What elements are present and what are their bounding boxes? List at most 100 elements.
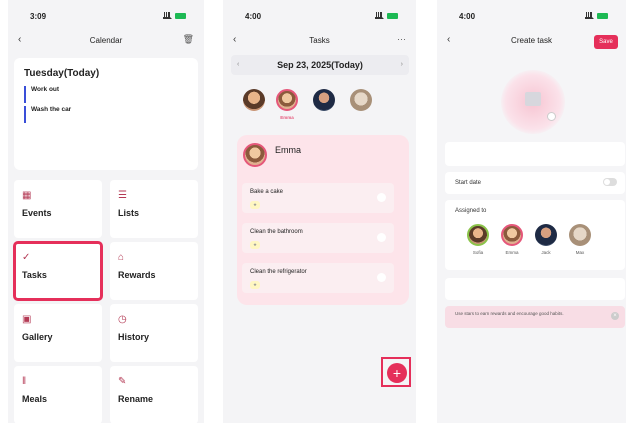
close-icon[interactable]: × — [611, 312, 619, 320]
member-avatar[interactable] — [350, 89, 372, 111]
nav-title: Create task — [511, 36, 552, 45]
event-title: Work out — [31, 86, 60, 93]
nav-title: Calendar — [89, 36, 123, 45]
member-label: Max — [575, 250, 585, 255]
utensils-icon: ǁ — [22, 376, 27, 387]
back-icon[interactable]: ‹ — [447, 34, 450, 45]
stars-input[interactable] — [445, 278, 625, 300]
today-card[interactable]: Tuesday(Today) Work out Wash the car — [14, 58, 198, 170]
avatar — [243, 143, 267, 167]
image-icon: ▣ — [22, 314, 32, 325]
hint-text: Use stars to earn rewards and encourage … — [455, 311, 564, 316]
assigned-to-label: Assigned to — [455, 208, 487, 214]
task-checkbox[interactable] — [377, 193, 386, 202]
task-checkbox[interactable] — [377, 273, 386, 282]
task-name-input[interactable] — [445, 142, 625, 166]
event-item[interactable]: Wash the car — [24, 106, 174, 123]
tile-label: History — [118, 332, 150, 342]
status-bar: 4:00 — [223, 12, 416, 24]
tile-rewards[interactable]: ⌂ Rewards — [110, 242, 198, 300]
task-item[interactable]: Clean the refrigerator ★ — [242, 263, 394, 293]
status-time: 4:00 — [459, 12, 476, 21]
tile-label: Events — [22, 208, 52, 218]
tile-label: Rewards — [118, 270, 156, 280]
tile-meals[interactable]: ǁ Meals — [14, 366, 102, 423]
more-icon[interactable]: ··· — [397, 34, 406, 44]
save-button[interactable]: Save — [594, 35, 618, 49]
tile-label: Meals — [22, 394, 48, 404]
tasks-screen: 4:00 ‹ Tasks ··· ‹ Sep 23, 2025(Today) ›… — [223, 0, 416, 423]
signal-icon — [375, 12, 384, 19]
member-avatar-selected[interactable] — [276, 89, 298, 111]
status-time: 4:00 — [245, 12, 262, 21]
member-avatar[interactable] — [467, 224, 489, 246]
tile-label: Gallery — [22, 332, 53, 342]
star-icon: ★ — [250, 201, 261, 209]
member-label: Emma — [505, 250, 519, 255]
tile-rename[interactable]: ✎ Rename — [110, 366, 198, 423]
create-task-screen: 4:00 ‹ Create task Save Start date Assig… — [437, 0, 626, 423]
tile-events[interactable]: ▦ Events — [14, 180, 102, 238]
member-task-card: Emma Bake a cake ★ Clean the bathroom ★ … — [237, 135, 409, 305]
member-selector: Emma — [223, 85, 416, 127]
back-icon[interactable]: ‹ — [233, 34, 236, 45]
gift-icon: ⌂ — [118, 252, 125, 263]
clock-icon: ◷ — [118, 314, 127, 325]
star-icon: ★ — [250, 241, 261, 249]
nav-title: Tasks — [309, 36, 330, 45]
start-date-label: Start date — [455, 180, 482, 186]
edit-photo-icon[interactable] — [547, 112, 556, 121]
status-icons — [585, 12, 608, 19]
status-bar: 4:00 — [437, 12, 626, 24]
signal-icon — [163, 12, 172, 19]
next-day-icon[interactable]: › — [401, 55, 403, 75]
edit-icon: ✎ — [118, 376, 127, 387]
start-date-row: Start date — [445, 172, 625, 194]
member-avatar[interactable] — [313, 89, 335, 111]
trash-icon[interactable]: 🗑 — [183, 34, 194, 45]
tile-history[interactable]: ◷ History — [110, 304, 198, 362]
member-label: Jack — [541, 250, 551, 255]
task-icon: ✓ — [22, 252, 31, 263]
start-date-toggle[interactable] — [603, 178, 617, 186]
signal-icon — [585, 12, 594, 19]
tile-gallery[interactable]: ▣ Gallery — [14, 304, 102, 362]
task-title: Clean the refrigerator — [250, 269, 307, 275]
calendar-icon: ▦ — [22, 190, 32, 201]
tile-tasks[interactable]: ✓ Tasks — [13, 241, 103, 301]
tile-lists[interactable]: ☰ Lists — [110, 180, 198, 238]
member-avatar[interactable] — [501, 224, 523, 246]
date-selector: ‹ Sep 23, 2025(Today) › — [231, 55, 409, 75]
status-icons — [163, 12, 186, 19]
tile-label: Tasks — [22, 270, 47, 280]
event-title: Wash the car — [31, 106, 72, 113]
member-avatar[interactable] — [535, 224, 557, 246]
back-icon[interactable]: ‹ — [18, 34, 21, 45]
date-label: Sep 23, 2025(Today) — [277, 60, 363, 70]
star-icon: ★ — [250, 281, 261, 289]
task-checkbox[interactable] — [377, 233, 386, 242]
status-time: 3:09 — [30, 12, 47, 21]
task-title: Bake a cake — [250, 189, 284, 195]
event-item[interactable]: Work out — [24, 86, 174, 103]
prev-day-icon[interactable]: ‹ — [237, 55, 239, 75]
task-item[interactable]: Clean the bathroom ★ — [242, 223, 394, 253]
add-task-highlight: + — [381, 357, 411, 387]
battery-icon — [597, 13, 608, 19]
add-task-button[interactable]: + — [387, 363, 407, 383]
member-label: Emma — [280, 115, 294, 120]
nav-bar: ‹ Tasks ··· — [223, 34, 416, 50]
member-label: Sofia — [472, 250, 484, 255]
tile-label: Rename — [118, 394, 154, 404]
status-icons — [375, 12, 398, 19]
task-title: Clean the bathroom — [250, 229, 303, 235]
status-bar: 3:09 — [8, 12, 204, 24]
member-avatar[interactable] — [569, 224, 591, 246]
battery-icon — [387, 13, 398, 19]
nav-bar: ‹ Calendar 🗑 — [8, 34, 204, 50]
today-header: Tuesday(Today) — [24, 68, 100, 79]
task-item[interactable]: Bake a cake ★ — [242, 183, 394, 213]
member-header: Emma — [237, 135, 409, 175]
list-icon: ☰ — [118, 190, 127, 201]
member-avatar[interactable] — [243, 89, 265, 111]
